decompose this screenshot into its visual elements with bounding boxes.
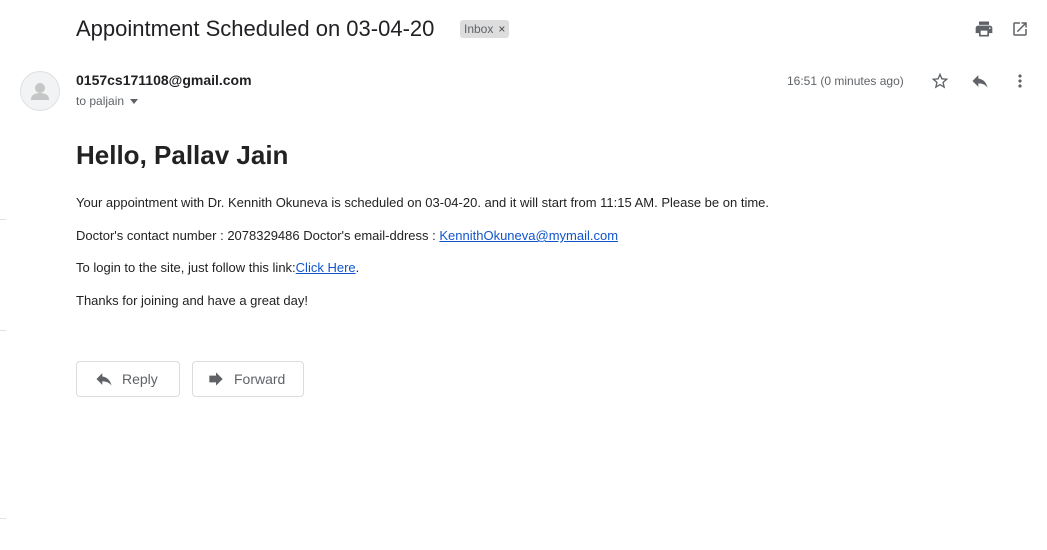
click-here-link[interactable]: Click Here xyxy=(296,260,356,275)
edge-divider xyxy=(0,219,6,220)
contact-paragraph: Doctor's contact number : 2078329486 Doc… xyxy=(76,228,618,243)
message-timestamp: 16:51 (0 minutes ago) xyxy=(787,74,904,88)
login-period: . xyxy=(355,260,360,275)
reply-icon[interactable] xyxy=(968,69,992,93)
edge-divider xyxy=(0,330,6,331)
recipient-text: to paljain xyxy=(76,94,125,108)
email-subject: Appointment Scheduled on 03-04-20 xyxy=(76,16,435,41)
caret-down-icon xyxy=(130,98,139,104)
reply-icon xyxy=(94,369,114,389)
remove-label-icon[interactable]: × xyxy=(498,20,505,38)
email-greeting: Hello, Pallav Jain xyxy=(76,140,289,170)
forward-label: Forward xyxy=(234,371,286,387)
open-in-new-window-icon[interactable] xyxy=(1008,17,1032,41)
login-text: To login to the site, just follow this l… xyxy=(76,260,296,275)
sender-avatar xyxy=(20,71,60,111)
inbox-label-text: Inbox xyxy=(464,22,494,36)
star-icon[interactable] xyxy=(928,69,952,93)
sender-email[interactable]: 0157cs171108@gmail.com xyxy=(76,72,252,88)
forward-icon xyxy=(206,369,226,389)
closing-paragraph: Thanks for joining and have a great day! xyxy=(76,293,308,308)
contact-text: Doctor's contact number : 2078329486 Doc… xyxy=(76,228,440,243)
doctor-email-link[interactable]: KennithOkuneva@mymail.com xyxy=(439,228,618,243)
forward-button[interactable]: Forward xyxy=(192,361,304,397)
more-options-icon[interactable] xyxy=(1008,69,1032,93)
edge-divider xyxy=(0,518,6,519)
reply-label: Reply xyxy=(122,371,158,387)
print-icon[interactable] xyxy=(972,17,996,41)
inbox-label-badge[interactable]: Inbox × xyxy=(460,20,510,38)
login-paragraph: To login to the site, just follow this l… xyxy=(76,260,359,275)
person-icon xyxy=(31,83,49,100)
recipient-details-toggle[interactable]: to paljain xyxy=(76,94,139,108)
appointment-paragraph: Your appointment with Dr. Kennith Okunev… xyxy=(76,195,769,210)
reply-button[interactable]: Reply xyxy=(76,361,180,397)
